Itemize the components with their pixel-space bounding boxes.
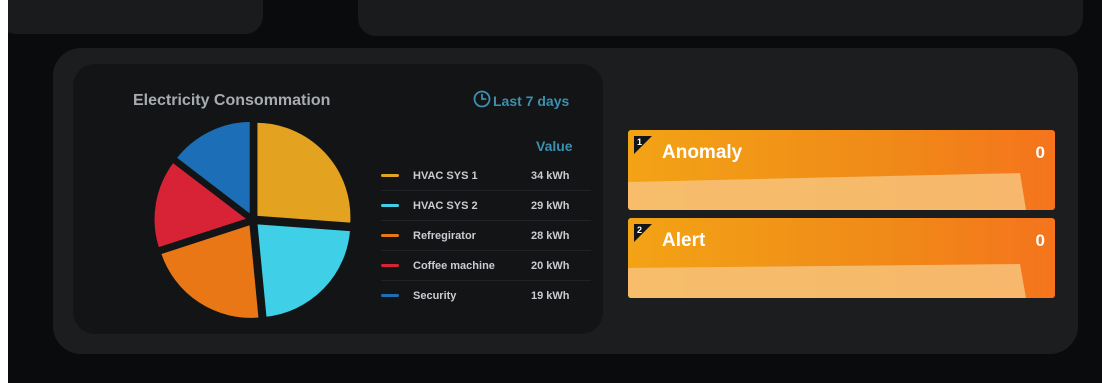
legend-swatch bbox=[381, 234, 399, 237]
period-label: Last 7 days bbox=[493, 92, 570, 109]
legend-item-name: Coffee machine bbox=[413, 259, 495, 272]
legend-item-value: 20 kWh bbox=[531, 259, 570, 272]
consumption-pie-chart bbox=[153, 120, 353, 320]
alert-rank: 2 bbox=[634, 224, 652, 242]
alert-card[interactable]: 2 Alert 0 bbox=[628, 218, 1055, 298]
legend-item[interactable]: HVAC SYS 2 29 kWh bbox=[381, 191, 591, 221]
legend-item-value: 29 kWh bbox=[531, 199, 570, 212]
legend-item-name: Security bbox=[413, 289, 457, 302]
legend-swatch bbox=[381, 294, 399, 297]
legend-item[interactable]: Refregirator 28 kWh bbox=[381, 221, 591, 251]
legend-item-name: HVAC SYS 1 bbox=[413, 169, 478, 182]
top-card-left bbox=[8, 0, 263, 34]
legend-swatch bbox=[381, 264, 399, 267]
dashboard-screen: Electricity Consommation Last 7 days Val… bbox=[8, 0, 1102, 383]
consumption-legend: HVAC SYS 1 34 kWh HVAC SYS 2 29 kWh Refregir… bbox=[381, 161, 591, 310]
legend-item-value: 19 kWh bbox=[531, 289, 570, 302]
value-column-header: Value bbox=[536, 138, 573, 154]
anomaly-rank: 1 bbox=[634, 136, 652, 154]
legend-item[interactable]: HVAC SYS 1 34 kWh bbox=[381, 161, 591, 191]
legend-item-value: 34 kWh bbox=[531, 169, 570, 182]
period-selector[interactable]: Last 7 days bbox=[473, 90, 569, 111]
clock-icon bbox=[473, 90, 491, 111]
pie-slice[interactable] bbox=[254, 221, 353, 320]
legend-item-name: HVAC SYS 2 bbox=[413, 199, 478, 212]
pie-slice[interactable] bbox=[254, 120, 353, 226]
alert-sparkline bbox=[628, 264, 1026, 298]
card-title: Electricity Consommation bbox=[133, 92, 331, 109]
legend-item-name: Refregirator bbox=[413, 229, 476, 242]
anomaly-count: 0 bbox=[1035, 143, 1045, 162]
legend-item[interactable]: Coffee machine 20 kWh bbox=[381, 251, 591, 281]
consumption-panel: Electricity Consommation Last 7 days Val… bbox=[53, 48, 1078, 354]
anomaly-label: Anomaly bbox=[662, 142, 743, 163]
legend-item-value: 28 kWh bbox=[531, 229, 570, 242]
top-card-right bbox=[358, 0, 1083, 36]
anomaly-sparkline bbox=[628, 173, 1026, 210]
legend-swatch bbox=[381, 174, 399, 177]
anomaly-card[interactable]: 1 Anomaly 0 bbox=[628, 130, 1055, 210]
legend-swatch bbox=[381, 204, 399, 207]
alert-count: 0 bbox=[1035, 231, 1045, 250]
legend-item[interactable]: Security 19 kWh bbox=[381, 281, 591, 310]
alert-label: Alert bbox=[662, 230, 706, 251]
electricity-consumption-card: Electricity Consommation Last 7 days Val… bbox=[73, 64, 603, 334]
